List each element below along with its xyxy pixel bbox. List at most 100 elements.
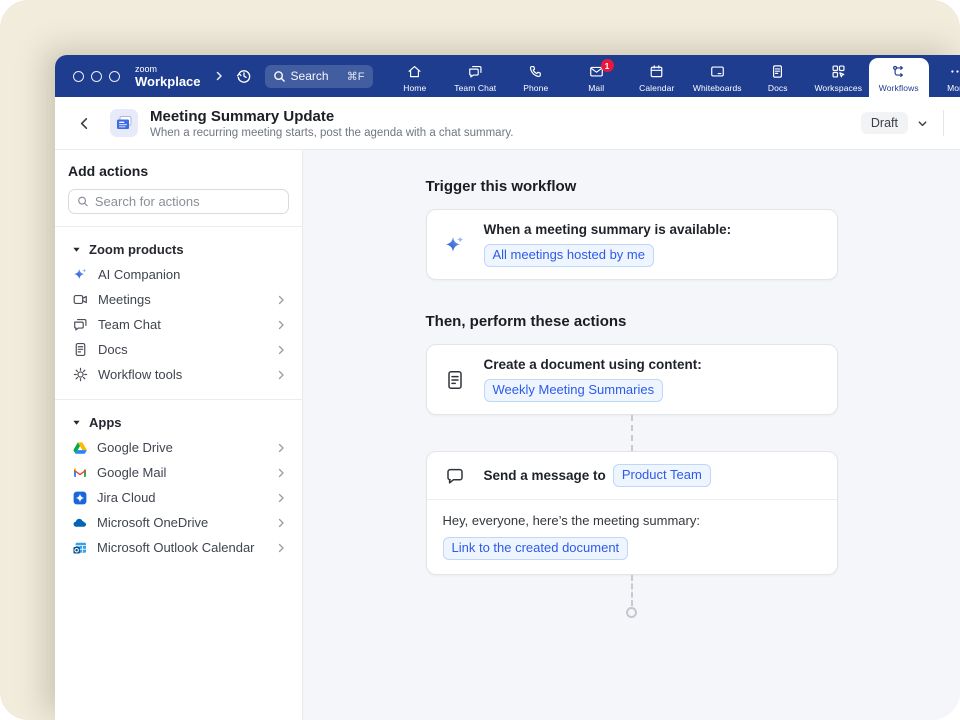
whiteboards-icon [709,63,726,80]
nav-label: Home [403,83,426,93]
chevron-right-icon [275,319,287,331]
google-drive-icon [72,440,88,456]
sidebar-item-ai-companion[interactable]: AI Companion [68,262,289,287]
sidebar-item-label: Meetings [98,292,266,307]
workflow-title: Meeting Summary Update [150,108,514,125]
nav-item-more[interactable]: More [929,58,960,97]
meetings-icon [72,291,89,308]
flow-end-node[interactable] [626,607,637,618]
search-icon [273,70,286,83]
sidebar-item-google-drive[interactable]: Google Drive [68,435,289,460]
nav-item-calendar[interactable]: Calendar [627,58,688,97]
section-label: Zoom products [89,242,184,257]
workflow-thumbnail-icon [114,113,134,133]
window-control-close[interactable] [73,71,84,82]
window-control-minimize[interactable] [91,71,102,82]
sidebar-item-google-mail[interactable]: Google Mail [68,460,289,485]
microsoft-outlook-calendar-icon [72,540,88,556]
nav-item-workflows[interactable]: Workflows [869,58,930,97]
sidebar-item-workflow-tools[interactable]: Workflow tools [68,362,289,387]
actions-search[interactable] [68,189,289,214]
nav-item-mail[interactable]: Mail 1 [566,58,627,97]
nav-item-phone[interactable]: Phone [506,58,567,97]
gear-icon [72,366,89,383]
window-control-zoom[interactable] [109,71,120,82]
nav-item-team-chat[interactable]: Team Chat [445,58,506,97]
home-icon [406,63,423,80]
send-message-card[interactable]: Send a message to Product Team Hey, ever… [426,451,838,575]
global-search[interactable]: ⌘F [265,65,373,88]
status-dropdown-button[interactable] [916,117,929,130]
nav-item-docs[interactable]: Docs [748,58,809,97]
sidebar-item-microsoft-onedrive[interactable]: Microsoft OneDrive [68,510,289,535]
docs-icon [769,63,786,80]
more-icon [949,63,960,80]
section-apps[interactable]: Apps [72,415,289,430]
global-search-input[interactable] [291,69,337,83]
chevron-right-icon [275,542,287,554]
document-content-token[interactable]: Weekly Meeting Summaries [484,379,664,402]
workflows-icon [890,63,907,80]
send-message-title: Send a message to [484,468,606,483]
chevron-right-icon[interactable] [213,70,225,82]
top-navbar: zoom Workplace ⌘F Home Team Chat [55,55,960,97]
team-chat-icon [72,316,89,333]
window-controls[interactable] [73,71,120,82]
section-zoom-products[interactable]: Zoom products [72,242,289,257]
chevron-right-icon [275,467,287,479]
phone-icon [527,63,544,80]
trigger-card-title: When a meeting summary is available: [484,222,732,237]
create-document-card[interactable]: Create a document using content: Weekly … [426,344,838,415]
section-label: Apps [89,415,122,430]
sidebar-item-meetings[interactable]: Meetings [68,287,289,312]
nav-item-home[interactable]: Home [385,58,446,97]
sidebar-item-docs[interactable]: Docs [68,337,289,362]
document-link-token[interactable]: Link to the created document [443,537,629,560]
sidebar-item-label: Team Chat [98,317,266,332]
calendar-icon [648,63,665,80]
trigger-heading: Trigger this workflow [426,178,838,195]
search-icon [77,195,89,208]
sidebar-item-label: Docs [98,342,266,357]
flow-connector [631,415,633,451]
workflow-title-block: Meeting Summary Update When a recurring … [150,108,514,139]
sidebar-item-team-chat[interactable]: Team Chat [68,312,289,337]
flow-connector [631,575,633,606]
message-bubble-icon [444,465,466,487]
sidebar-item-jira-cloud[interactable]: Jira Cloud [68,485,289,510]
workspaces-icon [830,63,847,80]
workflow-header: Meeting Summary Update When a recurring … [55,97,960,150]
page-background: zoom Workplace ⌘F Home Team Chat [0,0,960,720]
sidebar-item-label: Microsoft OneDrive [97,515,266,530]
status-badge[interactable]: Draft [861,112,908,134]
nav-item-whiteboards[interactable]: Whiteboards [687,58,748,97]
create-document-title: Create a document using content: [484,357,702,372]
caret-down-icon [72,245,81,254]
history-button[interactable] [235,67,253,85]
sidebar-item-microsoft-outlook-calendar[interactable]: Microsoft Outlook Calendar [68,535,289,560]
history-icon [235,67,253,85]
actions-search-input[interactable] [95,194,280,209]
nav-label: Phone [523,83,548,93]
sidebar-item-label: Workflow tools [98,367,266,382]
team-chat-icon [467,63,484,80]
back-button[interactable] [73,112,96,135]
recipient-token[interactable]: Product Team [613,464,711,487]
chevron-right-icon [275,369,287,381]
caret-down-icon [72,418,81,427]
workflow-subtitle: When a recurring meeting starts, post th… [150,127,514,139]
jira-cloud-icon [72,490,88,506]
actions-heading: Then, perform these actions [426,313,838,330]
trigger-card[interactable]: When a meeting summary is available: All… [426,209,838,280]
microsoft-onedrive-icon [72,515,88,531]
trigger-scope-token[interactable]: All meetings hosted by me [484,244,654,267]
sidebar-item-label: Jira Cloud [97,490,266,505]
ai-companion-icon [72,266,89,283]
chevron-right-icon [275,517,287,529]
google-mail-icon [72,465,88,481]
nav-label: Docs [768,83,788,93]
nav-item-workspaces[interactable]: Workspaces [808,58,869,97]
logo-name-text: Workplace [135,75,201,88]
sidebar-item-label: AI Companion [98,267,287,282]
mail-unread-badge: 1 [601,59,614,72]
